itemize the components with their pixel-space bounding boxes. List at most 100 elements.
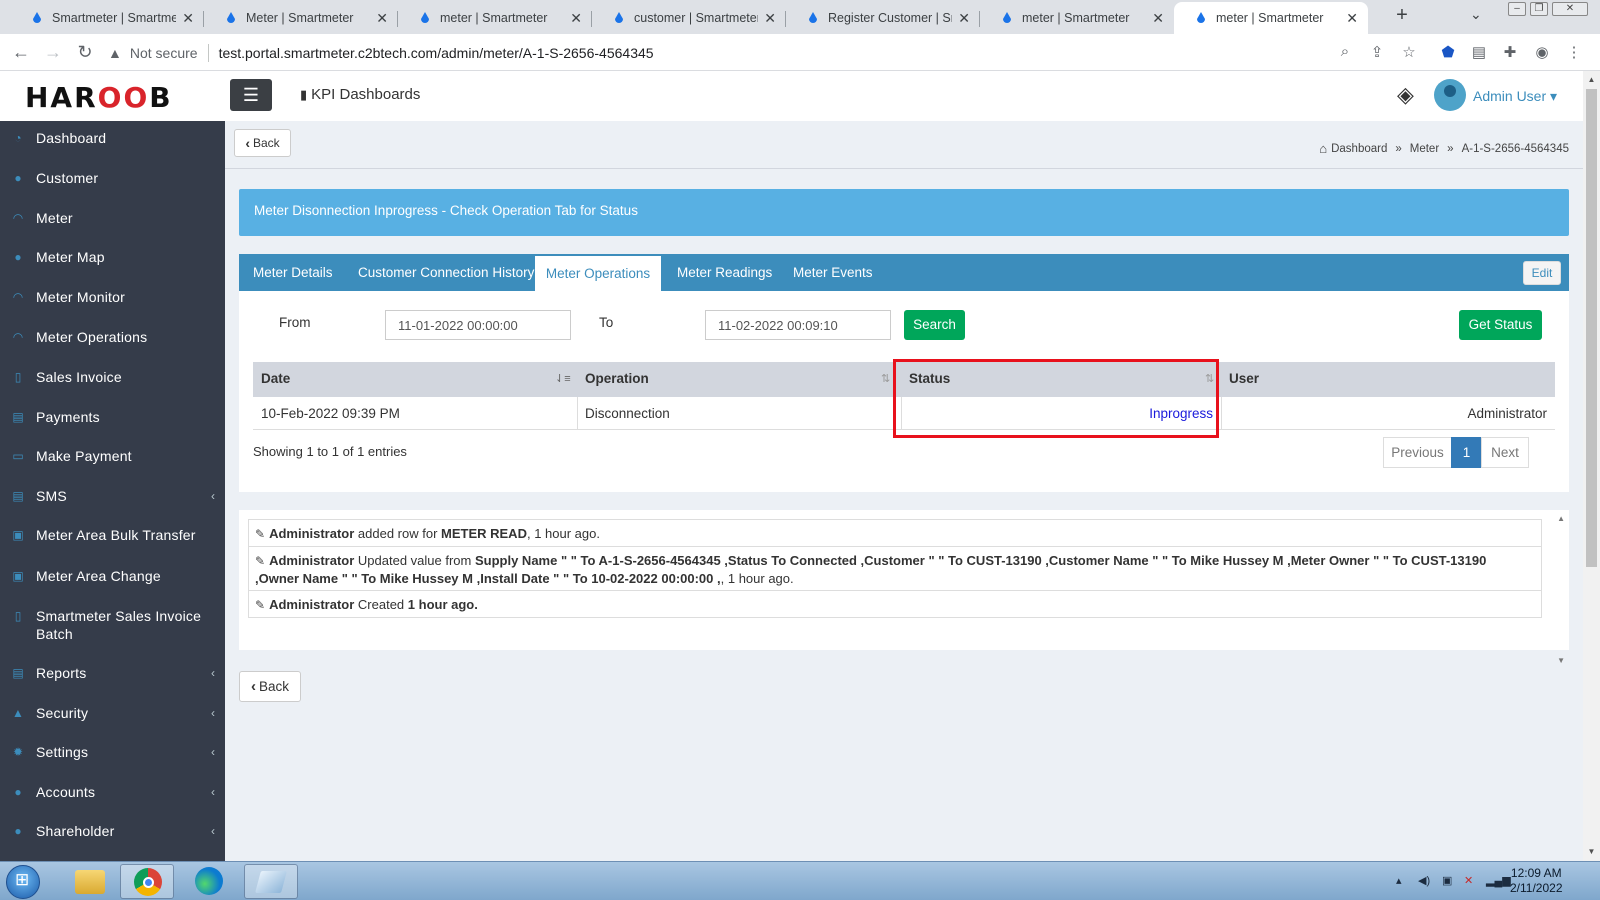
sidebar-item-meter-operations[interactable]: ◠ Meter Operations <box>0 328 225 346</box>
tray-arrow-icon[interactable]: ▴ <box>1396 874 1402 887</box>
tab-meter-events[interactable]: Meter Events <box>793 254 873 291</box>
sidebar-item-meter[interactable]: ◠ Meter <box>0 209 225 227</box>
close-icon[interactable]: ✕ <box>570 10 582 27</box>
close-icon[interactable]: ✕ <box>1152 10 1164 27</box>
hamburger-menu-button[interactable]: ☰ <box>230 79 272 111</box>
sidebar-item-dashboard[interactable]: ◔ Dashboard <box>0 129 225 147</box>
bottom-back-button[interactable]: ‹ Back <box>239 671 301 702</box>
pagination-next[interactable]: Next <box>1481 437 1529 468</box>
from-date-input[interactable] <box>385 310 571 340</box>
browser-tab-label: Register Customer | Smartmeter <box>828 11 952 25</box>
browser-tab-active[interactable]: meter | Smartmeter ✕ <box>1174 2 1368 34</box>
search-button[interactable]: Search <box>904 310 965 340</box>
get-status-button[interactable]: Get Status <box>1459 310 1542 340</box>
browser-tab[interactable]: meter | Smartmeter ✕ <box>398 2 592 34</box>
signal-icon[interactable]: ▂▄▆ <box>1486 874 1511 887</box>
sort-desc-icon[interactable]: ⇃≡ <box>555 362 571 397</box>
scrollbar-thumb[interactable] <box>1586 89 1597 567</box>
chevron-left-icon: ‹ <box>211 706 215 720</box>
close-icon[interactable]: ✕ <box>958 10 970 27</box>
sidebar-item-sms[interactable]: ▤ SMS ‹ <box>0 487 225 505</box>
close-icon[interactable]: ✕ <box>764 10 776 27</box>
close-icon[interactable]: ✕ <box>376 10 388 27</box>
speaker-icon[interactable]: ◀) <box>1418 874 1430 887</box>
to-date-input[interactable] <box>705 310 891 340</box>
kebab-menu-icon[interactable]: ⋮ <box>1564 43 1584 61</box>
breadcrumb-dashboard[interactable]: Dashboard <box>1331 143 1387 155</box>
avatar[interactable] <box>1434 79 1466 111</box>
kpi-dashboards-link[interactable]: ▮ KPI Dashboards <box>300 86 420 103</box>
share-icon[interactable]: ⇪ <box>1367 43 1387 61</box>
browser-tab[interactable]: Register Customer | Smartmeter ✕ <box>786 2 980 34</box>
back-arrow-icon[interactable]: ← <box>10 42 32 62</box>
puzzle-icon[interactable]: ✚ <box>1500 43 1520 61</box>
browser-tab[interactable]: customer | Smartmeter ✕ <box>592 2 786 34</box>
tag-icon[interactable]: ◈ <box>1397 82 1414 108</box>
pagination-page-1[interactable]: 1 <box>1451 437 1482 468</box>
harqob-logo[interactable]: HAROOB <box>25 81 173 114</box>
extension-shield-icon[interactable]: ⬟ <box>1438 43 1458 61</box>
minimize-icon[interactable]: – <box>1508 2 1526 16</box>
tab-meter-operations[interactable]: Meter Operations <box>535 254 661 291</box>
scroll-down-icon[interactable]: ▼ <box>1557 656 1565 665</box>
column-header-date[interactable]: Date <box>253 362 577 397</box>
tab-meter-details[interactable]: Meter Details <box>253 254 333 291</box>
close-icon[interactable]: ✕ <box>1346 10 1358 27</box>
sidebar-item-meter-area-bulk-transfer[interactable]: ▣ Meter Area Bulk Transfer <box>0 526 225 544</box>
network-icon[interactable]: ▣ <box>1442 874 1452 887</box>
zoom-icon[interactable]: ⌕ <box>1335 43 1355 60</box>
column-header-operation[interactable]: Operation <box>577 362 901 397</box>
sort-icon[interactable]: ⇅ <box>881 362 890 397</box>
tab-customer-connection-history[interactable]: Customer Connection History <box>358 254 534 291</box>
power-warning-icon[interactable]: ✕ <box>1464 874 1473 887</box>
taskbar-edge[interactable] <box>182 864 236 899</box>
profile-icon[interactable]: ◉ <box>1532 43 1552 61</box>
sidebar-item-meter-monitor[interactable]: ◠ Meter Monitor <box>0 288 225 306</box>
taskbar-chrome[interactable] <box>120 864 174 899</box>
sidebar-item-settings[interactable]: ✹ Settings ‹ <box>0 743 225 761</box>
tab-search-chevron-icon[interactable]: ⌄ <box>1470 6 1482 23</box>
forward-arrow-icon[interactable]: → <box>42 42 64 62</box>
bookmark-star-icon[interactable]: ☆ <box>1399 43 1419 61</box>
pagination-previous[interactable]: Previous <box>1383 437 1452 468</box>
address-bar[interactable]: ▲ Not secure test.portal.smartmeter.c2bt… <box>108 38 1578 67</box>
sidebar-item-make-payment[interactable]: ▭ Make Payment <box>0 447 225 465</box>
scroll-up-icon[interactable]: ▲ <box>1557 514 1565 523</box>
pie-chart-icon: ◔ <box>14 131 22 145</box>
breadcrumb-meter[interactable]: Meter <box>1410 143 1439 155</box>
browser-tab[interactable]: Meter | Smartmeter ✕ <box>204 2 398 34</box>
new-tab-icon[interactable]: + <box>1390 4 1414 27</box>
sidebar-item-smartmeter-sales-invoice-batch[interactable]: ▯ Smartmeter Sales Invoice Batch <box>0 607 225 643</box>
sidebar-item-accounts[interactable]: ● Accounts ‹ <box>0 783 225 801</box>
edit-icon: ✎ <box>255 527 266 541</box>
maximize-icon[interactable]: ❐ <box>1530 2 1548 16</box>
browser-tab[interactable]: meter | Smartmeter ✕ <box>980 2 1174 34</box>
clipboard-icon[interactable]: ▤ <box>1469 43 1489 61</box>
edit-button[interactable]: Edit <box>1523 261 1561 285</box>
app-header: HAROOB ☰ ▮ KPI Dashboards ◈ Admin User ▾ <box>0 71 1583 121</box>
reload-icon[interactable]: ↻ <box>74 42 96 62</box>
taskbar-snipping-tool[interactable] <box>244 864 298 899</box>
sidebar-item-meter-area-change[interactable]: ▣ Meter Area Change <box>0 567 225 585</box>
scroll-down-icon[interactable]: ▼ <box>1583 847 1600 856</box>
taskbar-explorer[interactable] <box>62 864 116 899</box>
close-icon[interactable]: ✕ <box>182 10 194 27</box>
page-scrollbar[interactable]: ▲ ▼ <box>1583 71 1600 861</box>
start-button[interactable] <box>6 865 40 899</box>
sidebar-item-security[interactable]: ▲ Security ‹ <box>0 704 225 722</box>
tab-meter-readings[interactable]: Meter Readings <box>677 254 772 291</box>
admin-user-menu[interactable]: Admin User ▾ <box>1473 88 1557 105</box>
system-clock[interactable]: 12:09 AM 2/11/2022 <box>1510 866 1563 896</box>
sidebar-item-shareholder[interactable]: ● Shareholder ‹ <box>0 822 225 840</box>
window-close-icon[interactable]: ✕ <box>1552 2 1588 16</box>
sidebar-item-payments[interactable]: ▤ Payments <box>0 408 225 426</box>
sidebar-item-reports[interactable]: ▤ Reports ‹ <box>0 664 225 682</box>
sidebar-item-customer[interactable]: ● Customer <box>0 169 225 187</box>
sidebar-item-sales-invoice[interactable]: ▯ Sales Invoice <box>0 368 225 386</box>
sidebar-item-meter-map[interactable]: ● Meter Map <box>0 248 225 266</box>
back-button[interactable]: ‹ Back <box>234 129 291 157</box>
column-header-user[interactable]: User <box>1221 362 1555 397</box>
scroll-up-icon[interactable]: ▲ <box>1583 75 1600 84</box>
url-text[interactable]: test.portal.smartmeter.c2btech.com/admin… <box>219 45 654 61</box>
browser-tab[interactable]: Smartmeter | Smartmeter ✕ <box>10 2 204 34</box>
